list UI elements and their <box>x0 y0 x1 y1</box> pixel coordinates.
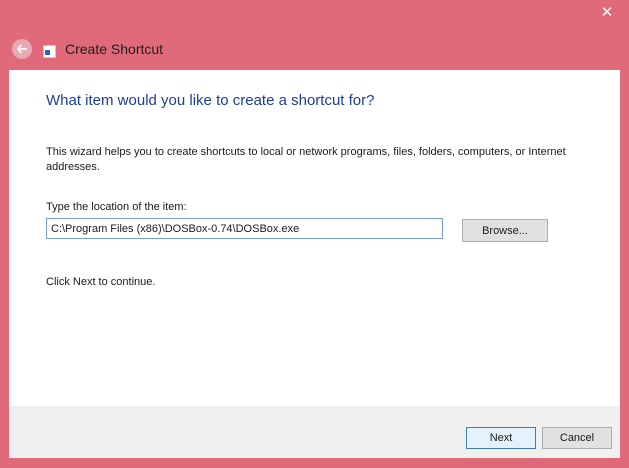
wizard-footer: Next Cancel <box>9 406 620 458</box>
next-button[interactable]: Next <box>466 427 536 449</box>
wizard-description: This wizard helps you to create shortcut… <box>46 146 566 173</box>
location-input[interactable] <box>46 218 443 239</box>
page-heading: What item would you like to create a sho… <box>46 92 375 109</box>
cancel-button[interactable]: Cancel <box>542 427 612 449</box>
browse-button[interactable]: Browse... <box>462 219 548 242</box>
location-label: Type the location of the item: <box>46 201 187 213</box>
close-button[interactable]: ✕ <box>586 0 628 24</box>
back-arrow-icon <box>16 44 27 54</box>
continue-hint: Click Next to continue. <box>46 276 156 288</box>
back-button[interactable] <box>12 39 32 59</box>
window-title: Create Shortcut <box>65 41 164 57</box>
wizard-header: Create Shortcut <box>0 30 629 70</box>
close-icon: ✕ <box>600 4 614 21</box>
shortcut-icon <box>43 45 56 58</box>
wizard-content: What item would you like to create a sho… <box>9 70 620 406</box>
window-frame: ✕ Create Shortcut What item would you li… <box>0 0 629 468</box>
